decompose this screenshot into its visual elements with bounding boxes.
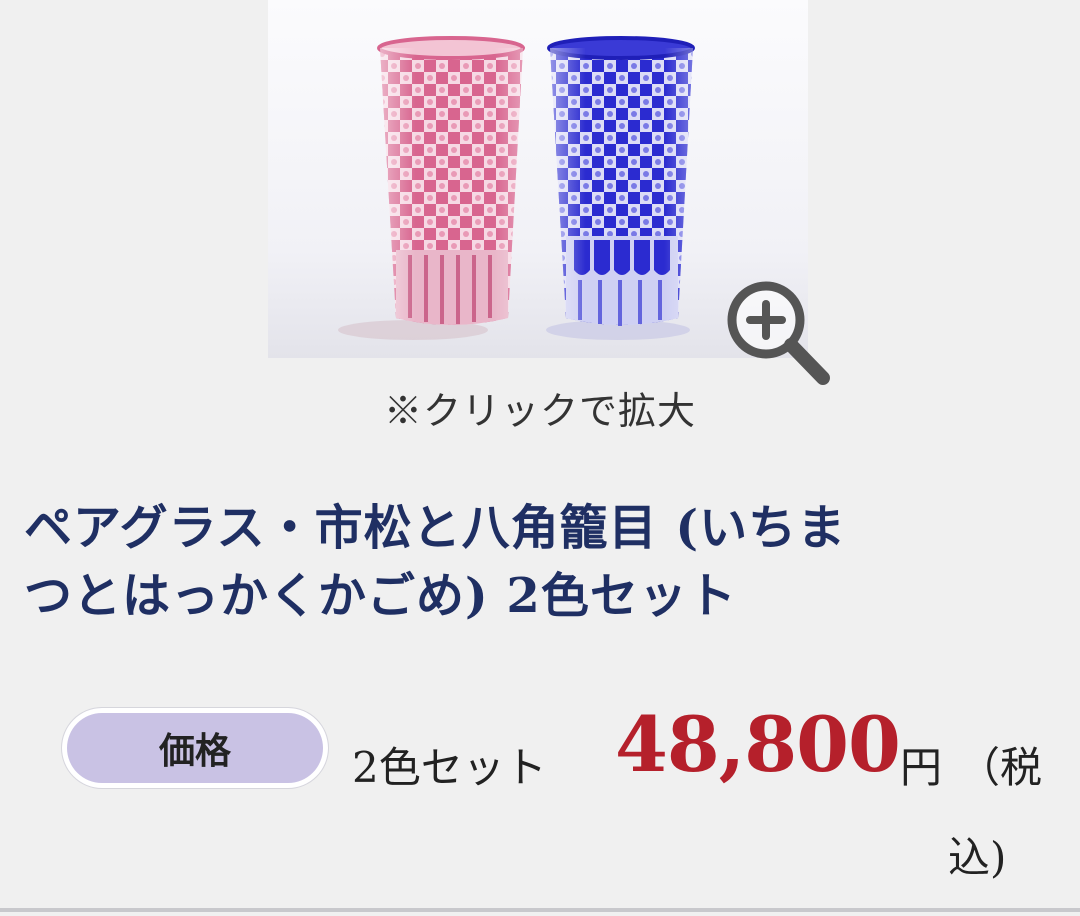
tax-note-close: 込): [948, 833, 1007, 882]
product-title: ペアグラス・市松と八角籠目 (いちま つとはっかくかごめ) 2色セット: [24, 494, 1064, 630]
blue-glass: [547, 36, 695, 326]
bottom-divider: [0, 908, 1080, 912]
zoom-caption: ※クリックで拡大: [383, 389, 696, 433]
pink-glass: [377, 36, 525, 325]
price-badge: 価格: [62, 708, 328, 788]
price-set-label: 2色セット: [352, 743, 547, 792]
product-title-line2: つとはっかくかごめ) 2色セット: [24, 568, 737, 624]
tax-note-open: （税: [958, 743, 1043, 792]
zoom-in-magnifier-icon[interactable]: [718, 278, 838, 388]
price-amount: 48,800: [615, 700, 901, 789]
price-currency: 円: [900, 743, 943, 792]
product-title-line1: ペアグラス・市松と八角籠目 (いちま: [24, 500, 847, 556]
